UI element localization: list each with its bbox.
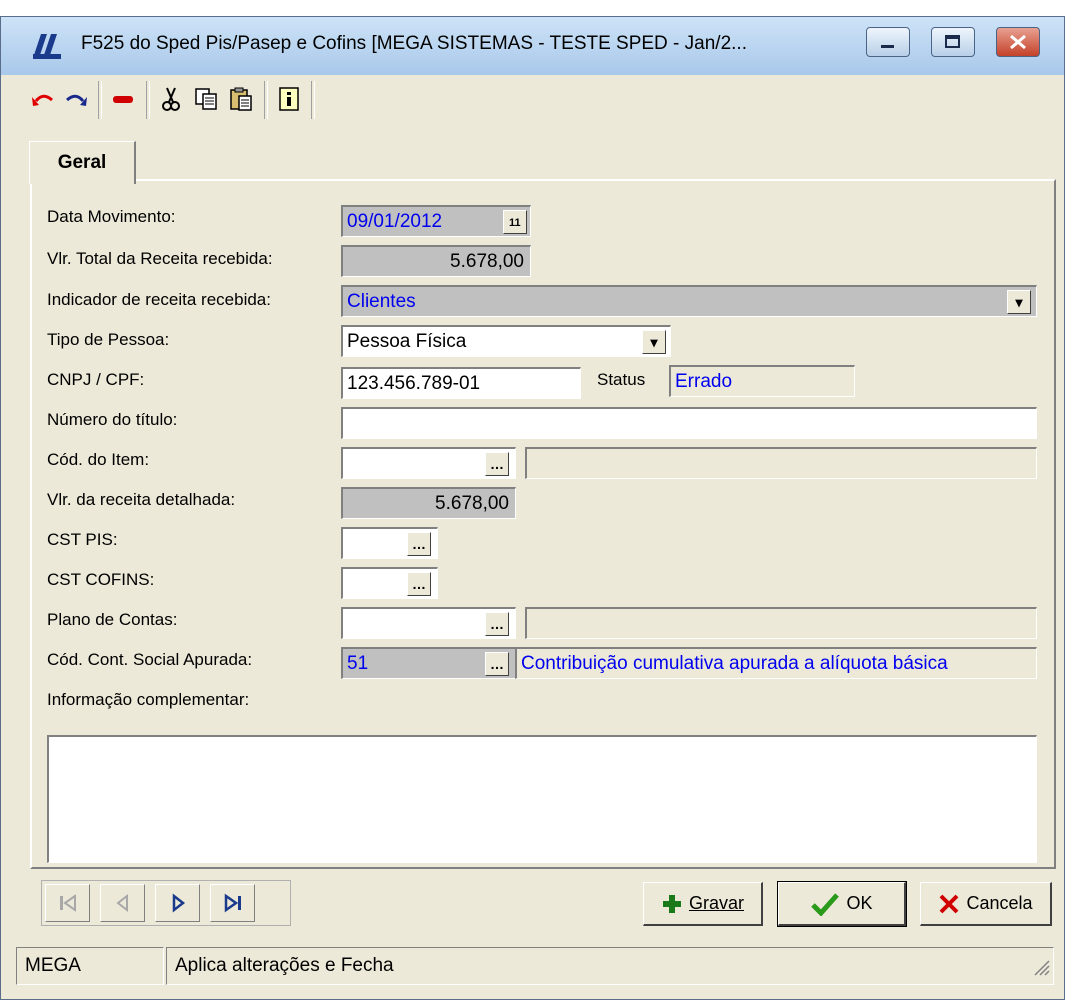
ellipsis-icon[interactable]: … [485, 652, 509, 676]
window-title: F525 do Sped Pis/Pasep e Cofins [MEGA SI… [81, 33, 747, 54]
cancela-label: Cancela [966, 893, 1033, 913]
status-bar-left: MEGA [16, 947, 164, 985]
toolbar-separator [264, 81, 268, 119]
ellipsis-icon[interactable]: … [407, 572, 431, 596]
ellipsis-icon[interactable]: … [485, 452, 509, 476]
tab-geral[interactable]: Geral [29, 141, 136, 184]
gravar-button[interactable]: Gravar [643, 882, 763, 926]
ellipsis-icon[interactable]: … [485, 612, 509, 636]
vlr-receita-detalhada-field[interactable]: 5.678,00 [341, 487, 516, 519]
title-bar[interactable]: F525 do Sped Pis/Pasep e Cofins [MEGA SI… [1, 17, 1064, 75]
cod-cont-social-label: Cód. Cont. Social Apurada: [47, 650, 253, 669]
data-movimento-label: Data Movimento: [47, 207, 176, 226]
info-complementar-textarea[interactable] [47, 735, 1037, 863]
tipo-pessoa-label: Tipo de Pessoa: [47, 330, 170, 349]
plus-icon [662, 894, 681, 913]
remove-icon[interactable] [106, 82, 140, 116]
close-button[interactable] [996, 27, 1040, 57]
next-record-icon[interactable] [155, 884, 200, 922]
status-bar: MEGA Aplica alterações e Fecha [16, 947, 1056, 987]
window: F525 do Sped Pis/Pasep e Cofins [MEGA SI… [0, 16, 1065, 1000]
plano-contas-description [525, 607, 1037, 639]
cod-item-description [525, 447, 1037, 479]
bottom-bar: Gravar OK Cancela [26, 872, 1056, 932]
info-complementar-label: Informação complementar: [47, 690, 250, 709]
plano-contas-label: Plano de Contas: [47, 610, 178, 629]
cod-cont-social-description: Contribuição cumulativa apurada a alíquo… [515, 647, 1037, 679]
gravar-label: Gravar [688, 893, 744, 913]
close-icon [940, 894, 959, 913]
mega-logo-icon [31, 32, 63, 60]
redo-icon[interactable] [59, 82, 93, 116]
toolbar-separator [311, 81, 315, 119]
ok-button[interactable]: OK [777, 881, 907, 927]
checkmark-icon [811, 892, 840, 916]
prior-record-icon[interactable] [100, 884, 145, 922]
tab-geral-label: Geral [57, 152, 107, 173]
record-navigator [41, 880, 291, 926]
cut-icon[interactable] [154, 82, 188, 116]
first-record-icon[interactable] [45, 884, 90, 922]
chevron-down-icon[interactable]: ▾ [642, 330, 666, 354]
info-icon[interactable] [272, 82, 306, 116]
vlr-receita-detalhada-label: Vlr. da receita detalhada: [47, 490, 236, 509]
undo-icon[interactable] [26, 82, 60, 116]
tipo-pessoa-select[interactable]: Pessoa Física [341, 325, 671, 357]
cst-cofins-label: CST COFINS: [47, 570, 155, 589]
cod-item-label: Cód. do Item: [47, 450, 150, 469]
status-label: Status [597, 370, 646, 389]
status-bar-message: Aplica alterações e Fecha [166, 947, 1054, 985]
ok-label: OK [846, 893, 873, 913]
cnpj-field[interactable]: 123.456.789-01 [341, 367, 581, 399]
indicador-label: Indicador de receita recebida: [47, 290, 271, 309]
vlr-total-field[interactable]: 5.678,00 [341, 245, 531, 277]
cancela-button[interactable]: Cancela [920, 882, 1052, 926]
vlr-total-label: Vlr. Total da Receita recebida: [47, 249, 273, 268]
numero-titulo-field[interactable] [341, 407, 1037, 439]
minimize-button[interactable] [866, 27, 910, 57]
paste-icon[interactable] [224, 82, 258, 116]
last-record-icon[interactable] [210, 884, 255, 922]
toolbar-separator [146, 81, 150, 119]
status-value: Errado [669, 365, 855, 397]
copy-icon[interactable] [189, 82, 223, 116]
chevron-down-icon[interactable]: ▾ [1007, 290, 1031, 314]
ellipsis-icon[interactable]: … [407, 532, 431, 556]
numero-titulo-label: Número do título: [47, 410, 178, 429]
svg-text:11: 11 [509, 217, 521, 229]
indicador-select[interactable]: Clientes [341, 285, 1037, 317]
resize-grip-icon[interactable] [1030, 956, 1050, 981]
cst-pis-label: CST PIS: [47, 530, 118, 549]
cnpj-label: CNPJ / CPF: [47, 370, 145, 389]
toolbar-separator [98, 81, 102, 119]
calendar-icon[interactable]: 11 [503, 210, 527, 234]
maximize-button[interactable] [931, 27, 975, 57]
